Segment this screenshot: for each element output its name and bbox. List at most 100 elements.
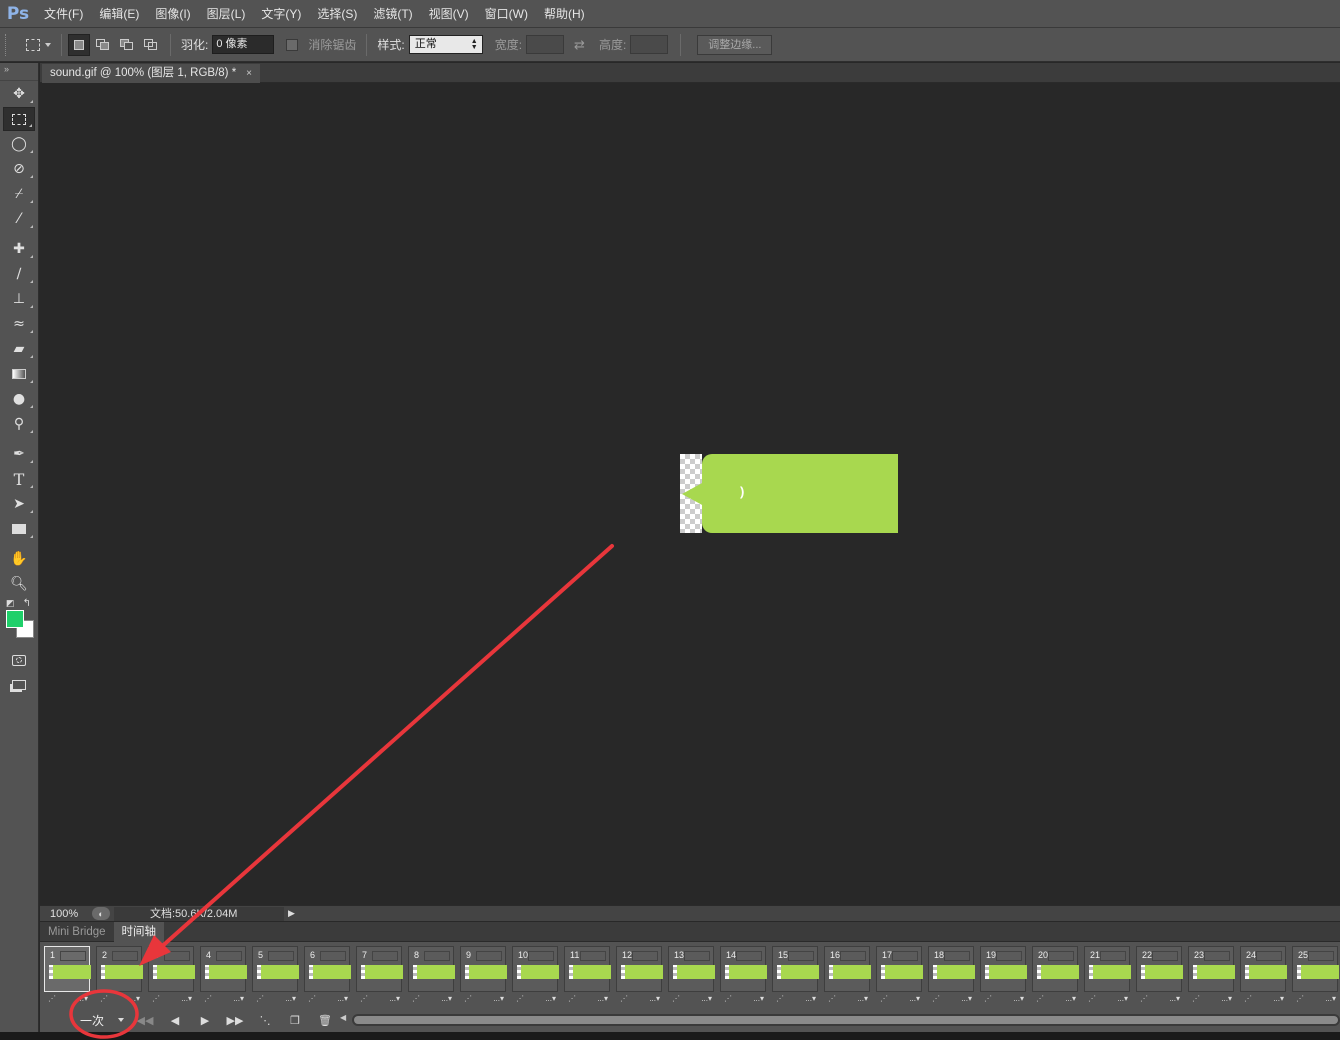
tab-timeline[interactable]: 时间轴 (113, 922, 165, 942)
frame-delay[interactable]: ...▾ (285, 994, 296, 1003)
blur-tool-icon[interactable]: ● (3, 387, 35, 411)
frame-delay[interactable]: ...▾ (649, 994, 660, 1003)
frame-delay[interactable]: ...▾ (233, 994, 244, 1003)
timeline-scrollbar[interactable] (352, 1014, 1340, 1026)
frame-disposal-icon[interactable]: ⋰ (48, 994, 57, 1003)
tools-collapse-icon[interactable]: » (0, 63, 38, 81)
timeline-frame[interactable]: 3 ⋰ ...▾ (146, 944, 196, 1006)
menu-layer[interactable]: 图层(L) (199, 0, 254, 28)
menu-file[interactable]: 文件(F) (36, 0, 91, 28)
history-brush-tool-icon[interactable]: ≈ (3, 312, 35, 336)
frame-disposal-icon[interactable]: ⋰ (100, 994, 109, 1003)
frame-delay[interactable]: ...▾ (805, 994, 816, 1003)
timeline-frame[interactable]: 19 ⋰ ...▾ (978, 944, 1028, 1006)
default-colors-icon[interactable]: ◩ (6, 598, 15, 609)
timeline-frame[interactable]: 25 ⋰ ...▾ (1290, 944, 1340, 1006)
frame-delay[interactable]: ...▾ (337, 994, 348, 1003)
frame-delay[interactable]: ...▾ (753, 994, 764, 1003)
menu-type[interactable]: 文字(Y) (253, 0, 309, 28)
next-frame-icon[interactable]: ▶▶ (220, 1014, 250, 1027)
frame-delay[interactable]: ...▾ (545, 994, 556, 1003)
frame-disposal-icon[interactable]: ⋰ (724, 994, 733, 1003)
move-tool-icon[interactable]: ✥ (3, 82, 35, 106)
menu-view[interactable]: 视图(V) (421, 0, 477, 28)
frame-delay[interactable]: ...▾ (389, 994, 400, 1003)
lasso-tool-icon[interactable]: ◯ (3, 132, 35, 156)
frame-delay[interactable]: ...▾ (597, 994, 608, 1003)
swap-width-height-icon[interactable]: ⇄ (574, 37, 585, 53)
frame-disposal-icon[interactable]: ⋰ (1244, 994, 1253, 1003)
frame-disposal-icon[interactable]: ⋰ (516, 994, 525, 1003)
menu-image[interactable]: 图像(I) (147, 0, 198, 28)
frame-delay[interactable]: ...▾ (1221, 994, 1232, 1003)
frame-disposal-icon[interactable]: ⋰ (880, 994, 889, 1003)
frame-disposal-icon[interactable]: ⋰ (776, 994, 785, 1003)
timeline-frame[interactable]: 20 ⋰ ...▾ (1030, 944, 1080, 1006)
menu-window[interactable]: 窗口(W) (477, 0, 536, 28)
add-selection-button[interactable] (92, 34, 114, 56)
rectangle-tool-icon[interactable] (3, 517, 35, 541)
frame-disposal-icon[interactable]: ⋰ (620, 994, 629, 1003)
new-selection-button[interactable] (68, 33, 90, 56)
quick-select-tool-icon[interactable]: ⊘ (3, 157, 35, 181)
previous-frame-icon[interactable]: ◀ (160, 1014, 190, 1027)
frame-disposal-icon[interactable]: ⋰ (360, 994, 369, 1003)
frame-delay[interactable]: ...▾ (1325, 994, 1336, 1003)
frame-disposal-icon[interactable]: ⋰ (1036, 994, 1045, 1003)
canvas-area[interactable]: ) (40, 84, 1340, 904)
scroll-left-arrow-icon[interactable]: ◀ (340, 1013, 346, 1022)
timeline-frame[interactable]: 16 ⋰ ...▾ (822, 944, 872, 1006)
frame-disposal-icon[interactable]: ⋰ (932, 994, 941, 1003)
height-input[interactable] (630, 35, 669, 54)
width-input[interactable] (526, 35, 565, 54)
subtract-selection-button[interactable] (116, 34, 138, 56)
frame-disposal-icon[interactable]: ⋰ (672, 994, 681, 1003)
frame-delay[interactable]: ...▾ (1013, 994, 1024, 1003)
gradient-tool-icon[interactable] (3, 362, 35, 386)
timeline-frame[interactable]: 11 ⋰ ...▾ (562, 944, 612, 1006)
clone-stamp-tool-icon[interactable]: ⊥ (3, 287, 35, 311)
document-tab[interactable]: sound.gif @ 100% (图层 1, RGB/8) * × (42, 64, 261, 83)
timeline-frame[interactable]: 1 ⋰ ...▾ (42, 944, 92, 1006)
timeline-frame[interactable]: 4 ⋰ ...▾ (198, 944, 248, 1006)
timeline-frame[interactable]: 15 ⋰ ...▾ (770, 944, 820, 1006)
foreground-color-swatch[interactable] (6, 610, 24, 628)
close-icon[interactable]: × (246, 64, 252, 83)
timeline-frame[interactable]: 7 ⋰ ...▾ (354, 944, 404, 1006)
frame-delay[interactable]: ...▾ (77, 994, 88, 1003)
timeline-frame[interactable]: 8 ⋰ ...▾ (406, 944, 456, 1006)
style-select[interactable]: 正常 ▲ ▼ (408, 35, 483, 54)
type-tool-icon[interactable]: T (3, 467, 35, 491)
timeline-frame[interactable]: 21 ⋰ ...▾ (1082, 944, 1132, 1006)
hand-tool-icon[interactable]: ✋ (3, 547, 35, 571)
menu-select[interactable]: 选择(S) (309, 0, 365, 28)
zoom-tool-icon[interactable]: 🔍︎ (3, 572, 35, 596)
timeline-frame[interactable]: 18 ⋰ ...▾ (926, 944, 976, 1006)
status-menu-arrow-icon[interactable]: ▶ (288, 908, 298, 919)
timeline-frame[interactable]: 13 ⋰ ...▾ (666, 944, 716, 1006)
timeline-frame[interactable]: 9 ⋰ ...▾ (458, 944, 508, 1006)
crop-tool-icon[interactable]: ⌿ (3, 182, 35, 206)
tool-preset-picker[interactable] (21, 34, 55, 56)
zoom-level[interactable]: 100% (40, 908, 88, 920)
frame-disposal-icon[interactable]: ⋰ (308, 994, 317, 1003)
frame-delay[interactable]: ...▾ (129, 994, 140, 1003)
frame-disposal-icon[interactable]: ⋰ (1296, 994, 1305, 1003)
duplicate-frame-icon[interactable]: ❐ (280, 1014, 310, 1027)
menu-help[interactable]: 帮助(H) (536, 0, 593, 28)
path-selection-tool-icon[interactable]: ➤ (3, 492, 35, 516)
frame-delay[interactable]: ...▾ (1273, 994, 1284, 1003)
menu-filter[interactable]: 滤镜(T) (365, 0, 420, 28)
trash-icon[interactable]: 🗑︎ (310, 1014, 340, 1027)
frame-delay[interactable]: ...▾ (961, 994, 972, 1003)
scrollbar-thumb[interactable] (354, 1016, 1338, 1024)
frame-delay[interactable]: ...▾ (909, 994, 920, 1003)
timeline-frame[interactable]: 22 ⋰ ...▾ (1134, 944, 1184, 1006)
frame-delay[interactable]: ...▾ (1169, 994, 1180, 1003)
timeline-frame[interactable]: 14 ⋰ ...▾ (718, 944, 768, 1006)
frame-delay[interactable]: ...▾ (493, 994, 504, 1003)
tween-icon[interactable]: ⋱ (250, 1014, 280, 1027)
menu-edit[interactable]: 编辑(E) (91, 0, 147, 28)
play-icon[interactable]: ▶ (190, 1014, 220, 1027)
timeline-frame[interactable]: 12 ⋰ ...▾ (614, 944, 664, 1006)
